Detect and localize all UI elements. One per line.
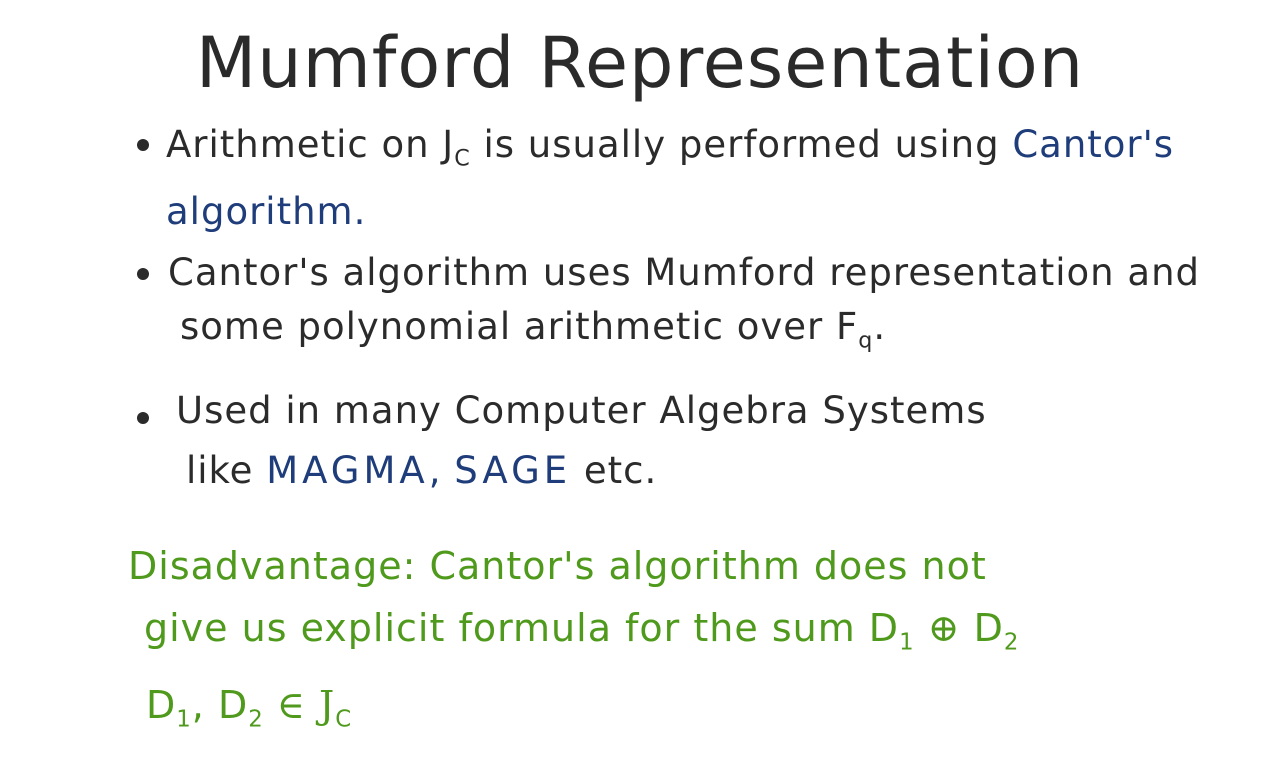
page-title: Mumford Representation [195,22,1085,104]
d1-subscript: 1 [899,629,915,656]
disadvantage-line-3: D1, D2 ∈ JC [128,674,1019,751]
bullet-2-line-2: some polynomial arithmetic over Fq. [168,300,1200,367]
disadvantage-line-1: Disadvantage: Cantor's algorithm does no… [128,544,987,588]
slide: Mumford Representation Arithmetic on JC … [0,0,1280,768]
bullet-3-prefix: like [186,449,267,492]
bullet-2-end: . [873,305,887,348]
bullet-2-line-1: Cantor's algorithm uses Mumford represen… [168,251,1200,294]
d2-subscript: 2 [1003,629,1020,656]
bullet-dot-2 [137,268,149,280]
d2-letter: D [973,606,1004,650]
oplus-symbol: ⊕ [914,606,974,650]
system-separator: , [428,449,455,492]
bullet-3: Used in many Computer Algebra Systems li… [176,384,987,498]
line3-d1-subscript: 1 [176,706,192,733]
disadvantage-block: Disadvantage: Cantor's algorithm does no… [128,535,1019,750]
line3-separator: , D [191,682,249,727]
bullet-2-text: some polynomial arithmetic over F [180,305,859,348]
line3-d2-subscript: 2 [248,706,264,733]
bullet-3-line-2: like MAGMA, SAGE etc. [176,444,987,498]
bullet-3-line-1: Used in many Computer Algebra Systems [176,389,987,432]
disadvantage-line-2: give us explicit formula for the sum D1 … [128,597,1019,674]
bullet-2-subscript: q [858,327,874,354]
system-sage: SAGE [454,449,572,492]
bullet-1: Arithmetic on JC is usually performed us… [166,118,1174,239]
bullet-3-suffix: etc. [571,449,658,492]
bullet-dot-1 [137,139,149,151]
bullet-1-line-2: algorithm. [166,190,367,234]
bullet-1-rest: is usually performed using [470,123,1013,166]
system-magma: MAGMA [266,449,429,492]
line3-c-subscript: C [335,706,353,733]
bullet-1-text: Arithmetic on J [166,123,455,166]
d1-letter: D [146,682,177,727]
bullet-1-line-1: Arithmetic on JC is usually performed us… [166,118,1174,185]
element-of-jacobian: ∈ J [263,682,336,727]
bullet-dot-3 [137,412,149,424]
disadvantage-text: give us explicit formula for the sum D [144,606,900,650]
bullet-1-subscript: C [454,145,471,172]
cantor-term: Cantor's [1012,123,1175,166]
bullet-2: Cantor's algorithm uses Mumford represen… [168,246,1200,367]
